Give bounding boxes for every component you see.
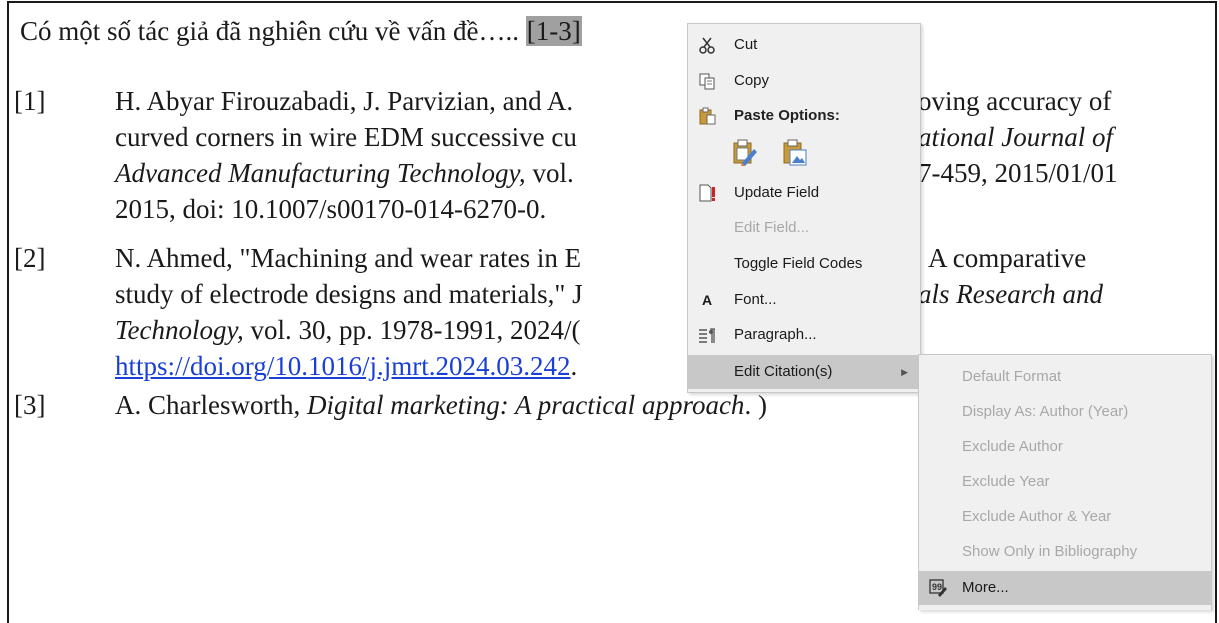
paste-buttons (732, 133, 852, 173)
ref-1-tail-3: 7-459, 2015/01/01 (918, 158, 1118, 188)
menu-item-font-label: Font... (734, 291, 777, 308)
ref-2-journal: Technology, (115, 315, 244, 345)
submenu-item-label: Exclude Author (962, 438, 1063, 455)
context-menu: Cut Copy Paste Options: Update Field Edi… (687, 23, 921, 393)
svg-text:99: 99 (932, 582, 942, 592)
menu-item-edit-citation[interactable]: Edit Citation(s) ▶ (688, 355, 920, 389)
font-icon: A (701, 292, 713, 308)
submenu-item-display-as[interactable]: Display As: Author (Year) (919, 395, 1211, 429)
menu-item-toggle-field-codes[interactable]: Toggle Field Codes (688, 247, 920, 281)
menu-item-update-field[interactable]: Update Field (688, 176, 920, 210)
submenu-item-exclude-author[interactable]: Exclude Author (919, 430, 1211, 464)
ref-3-suffix: . ) (744, 390, 767, 420)
ref-1-line-1: H. Abyar Firouzabadi, J. Parvizian, and … (115, 86, 574, 116)
menu-item-font[interactable]: A Font... (688, 283, 920, 317)
paste-options-label: Paste Options: (734, 107, 840, 124)
ref-1-line-3: Advanced Manufacturing Technology, vol. (115, 158, 574, 188)
ref-2-doi-link[interactable]: https://doi.org/10.1016/j.jmrt.2024.03.2… (115, 351, 571, 381)
ref-2-number: [2] (14, 243, 46, 273)
submenu-item-default-format[interactable]: Default Format (919, 360, 1211, 394)
ref-1-line-2: curved corners in wire EDM successive cu (115, 122, 577, 152)
ref-1-number: [1] (14, 86, 46, 116)
paste-options-header: Paste Options: (688, 99, 920, 133)
menu-item-cut-label: Cut (734, 36, 758, 53)
menu-item-edit-field-label: Edit Field... (734, 219, 810, 236)
scissors-icon (698, 36, 716, 54)
ref-3-prefix: A. Charlesworth, (115, 390, 307, 420)
clipboard-icon (698, 107, 716, 125)
ref-2-tail-2: als Research and (918, 279, 1103, 309)
submenu-item-label: Default Format (962, 368, 1062, 385)
update-field-icon (698, 184, 716, 202)
submenu-item-label: Display As: Author (Year) (962, 403, 1129, 420)
menu-item-copy-label: Copy (734, 72, 770, 89)
ref-1-tail-1: oving accuracy of (918, 86, 1112, 116)
ref-2-line-1: N. Ahmed, "Machining and wear rates in E (115, 243, 582, 273)
intro-line: Có một số tác giả đã nghiên cứu về vấn đ… (20, 16, 582, 46)
menu-item-copy[interactable]: Copy (688, 64, 920, 98)
submenu-item-exclude-year[interactable]: Exclude Year (919, 465, 1211, 499)
menu-item-cut[interactable]: Cut (688, 28, 920, 62)
ref-2-line-3-suffix: vol. 30, pp. 1978-1991, 2024/( (243, 315, 581, 345)
ref-2-line-4: https://doi.org/10.1016/j.jmrt.2024.03.2… (115, 351, 577, 381)
submenu-item-show-only-in-bibliography[interactable]: Show Only in Bibliography (919, 535, 1211, 569)
menu-item-paragraph-label: Paragraph... (734, 326, 817, 343)
menu-item-paragraph[interactable]: Paragraph... (688, 318, 920, 352)
ref-1-journal: Advanced Manufacturing Technology, (115, 158, 526, 188)
ref-2-line-4-suffix: . (570, 351, 578, 381)
menu-item-edit-citation-label: Edit Citation(s) (734, 363, 833, 380)
keep-source-formatting-icon[interactable] (732, 139, 758, 167)
ref-1-line-3-suffix: vol. (525, 158, 574, 188)
copy-icon (698, 72, 716, 90)
edit-citation-more-icon: 99 (929, 579, 947, 597)
submenu-item-label: More... (962, 579, 1009, 596)
intro-text: Có một số tác giả đã nghiên cứu về vấn đ… (20, 16, 526, 46)
submenu-item-label: Exclude Year (962, 473, 1050, 490)
submenu-item-more[interactable]: 99 More... (919, 571, 1211, 605)
edit-citation-submenu: Default Format Display As: Author (Year)… (918, 354, 1212, 610)
ref-3-number: [3] (14, 390, 46, 420)
citation-field[interactable]: [1-3] (525, 16, 582, 46)
ref-2-line-2: study of electrode designs and materials… (115, 279, 583, 309)
submenu-item-label: Exclude Author & Year (962, 508, 1112, 525)
submenu-item-exclude-author-year[interactable]: Exclude Author & Year (919, 500, 1211, 534)
submenu-item-label: Show Only in Bibliography (962, 543, 1138, 560)
picture-paste-icon[interactable] (782, 139, 808, 167)
ref-1-tail-2: ational Journal of (918, 122, 1113, 152)
paragraph-icon (698, 326, 716, 344)
menu-item-update-field-label: Update Field (734, 184, 820, 201)
menu-item-edit-field[interactable]: Edit Field... (688, 211, 920, 245)
menu-item-toggle-field-codes-label: Toggle Field Codes (734, 255, 863, 272)
ref-2-line-3: Technology, vol. 30, pp. 1978-1991, 2024… (115, 315, 581, 345)
submenu-arrow-icon: ▶ (901, 367, 908, 377)
ref-3-title: Digital marketing: A practical approach (306, 390, 745, 420)
ref-3-line-1: A. Charlesworth, Digital marketing: A pr… (115, 390, 767, 420)
ref-1-line-4: 2015, doi: 10.1007/s00170-014-6270-0. (115, 194, 547, 224)
ref-2-tail-1: A comparative (928, 243, 1087, 273)
